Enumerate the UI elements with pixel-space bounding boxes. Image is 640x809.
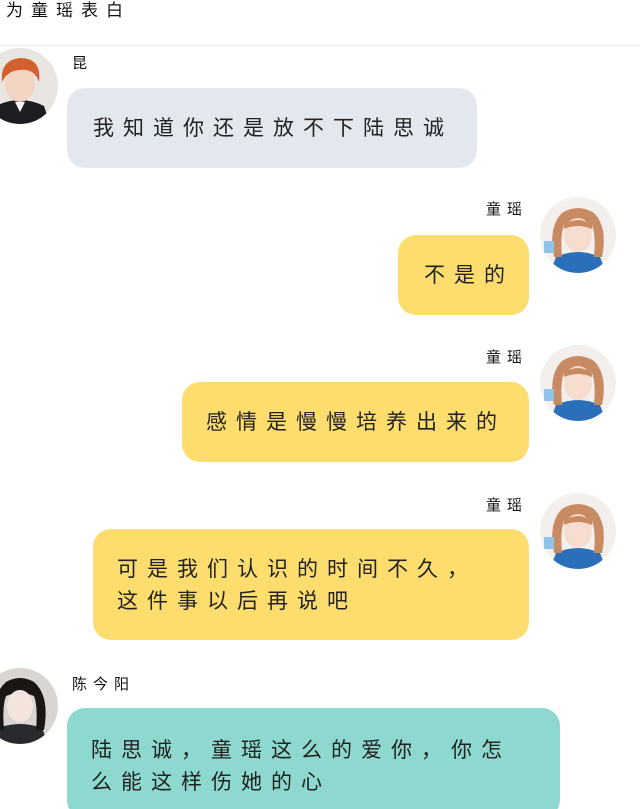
avatar-female-icon[interactable] (540, 493, 616, 569)
message-bubble[interactable]: 不是的 (398, 235, 529, 315)
chat-screen: 为童瑶表白 昆 我知道你还是放不下陆思诚 童瑶 不是的 童瑶 感情是慢慢培养出来… (0, 0, 640, 809)
message-text-line: 这件事以后再说吧 (117, 589, 357, 613)
message-text: 感情是慢慢培养出来的 (206, 410, 506, 434)
message-text: 我知道你还是放不下陆思诚 (93, 116, 453, 140)
message-text-line: 么能这样伤她的心 (91, 770, 331, 794)
avatar-female-dark-icon[interactable] (0, 668, 58, 744)
sender-name: 童瑶 (486, 200, 529, 218)
message-text-line: 可是我们认识的时间不久， (117, 557, 477, 581)
message-text: 不是的 (424, 263, 514, 287)
sender-name: 童瑶 (486, 496, 529, 514)
message-bubble[interactable]: 陆思诚，童瑶这么的爱你，你怎 么能这样伤她的心 (67, 708, 560, 809)
message-bubble[interactable]: 可是我们认识的时间不久， 这件事以后再说吧 (93, 529, 529, 640)
message-text-line: 陆思诚，童瑶这么的爱你，你怎 (91, 738, 511, 762)
avatar-female-icon[interactable] (540, 197, 616, 273)
sender-name: 陈今阳 (72, 675, 136, 693)
sender-name: 童瑶 (486, 348, 529, 366)
header-divider (0, 45, 640, 46)
page-title: 为童瑶表白 (6, 1, 131, 21)
sender-name: 昆 (72, 54, 94, 72)
message-bubble[interactable]: 我知道你还是放不下陆思诚 (67, 88, 477, 168)
avatar-male-icon[interactable] (0, 48, 58, 124)
message-bubble[interactable]: 感情是慢慢培养出来的 (182, 382, 529, 462)
avatar-female-icon[interactable] (540, 345, 616, 421)
